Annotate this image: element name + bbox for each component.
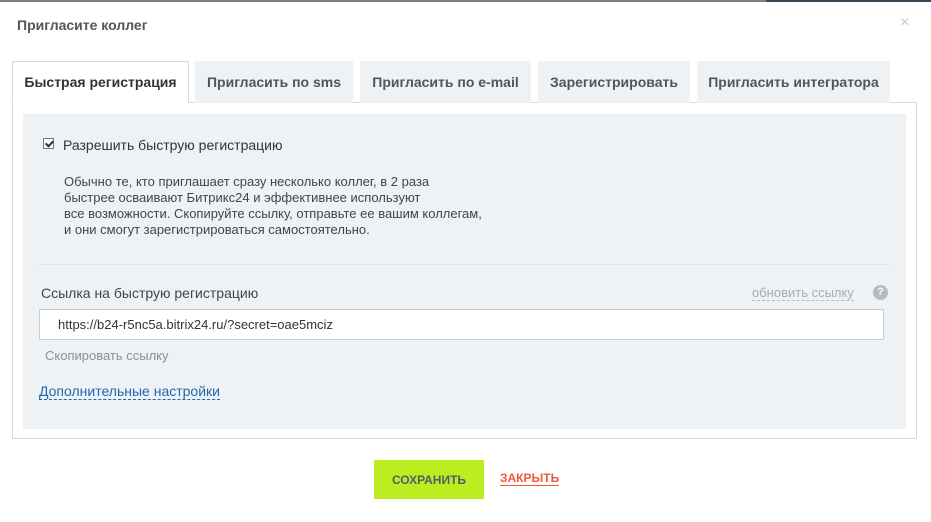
tab-invite-sms[interactable]: Пригласить по sms: [195, 61, 353, 103]
registration-url-input[interactable]: [39, 309, 884, 340]
top-border-accent: [766, 0, 931, 2]
tab-invite-integrator[interactable]: Пригласить интегратора: [697, 61, 890, 103]
additional-settings-link[interactable]: Дополнительные настройки: [39, 383, 220, 400]
close-button[interactable]: ЗАКРЫТЬ: [500, 472, 560, 486]
description-text: Обычно те, кто приглашает сразу нескольк…: [64, 174, 534, 238]
tab-quick-registration[interactable]: Быстрая регистрация: [12, 61, 189, 103]
help-icon[interactable]: ?: [873, 285, 888, 300]
copy-link-button[interactable]: Скопировать ссылку: [45, 348, 169, 363]
registration-link-label: Ссылка на быструю регистрацию: [41, 285, 259, 301]
description-line: все возможности. Скопируйте ссылку, отпр…: [64, 206, 482, 221]
allow-quick-registration-label: Разрешить быструю регистрацию: [63, 137, 283, 153]
description-line: быстрее осваивают Битрикс24 и эффективне…: [64, 190, 421, 205]
description-line: и они смогут зарегистрироваться самостоя…: [64, 222, 370, 237]
tab-invite-email[interactable]: Пригласить по e-mail: [360, 61, 531, 103]
tab-register[interactable]: Зарегистрировать: [538, 61, 690, 103]
allow-quick-registration-checkbox[interactable]: [43, 138, 54, 149]
section-divider: [38, 264, 890, 265]
refresh-link-button[interactable]: обновить ссылку: [752, 286, 854, 301]
close-icon[interactable]: ×: [900, 15, 909, 31]
dialog-title: Пригласите коллег: [17, 17, 148, 33]
save-button[interactable]: СОХРАНИТЬ: [374, 460, 484, 499]
description-line: Обычно те, кто приглашает сразу нескольк…: [64, 174, 430, 189]
quick-registration-panel: [23, 114, 906, 429]
